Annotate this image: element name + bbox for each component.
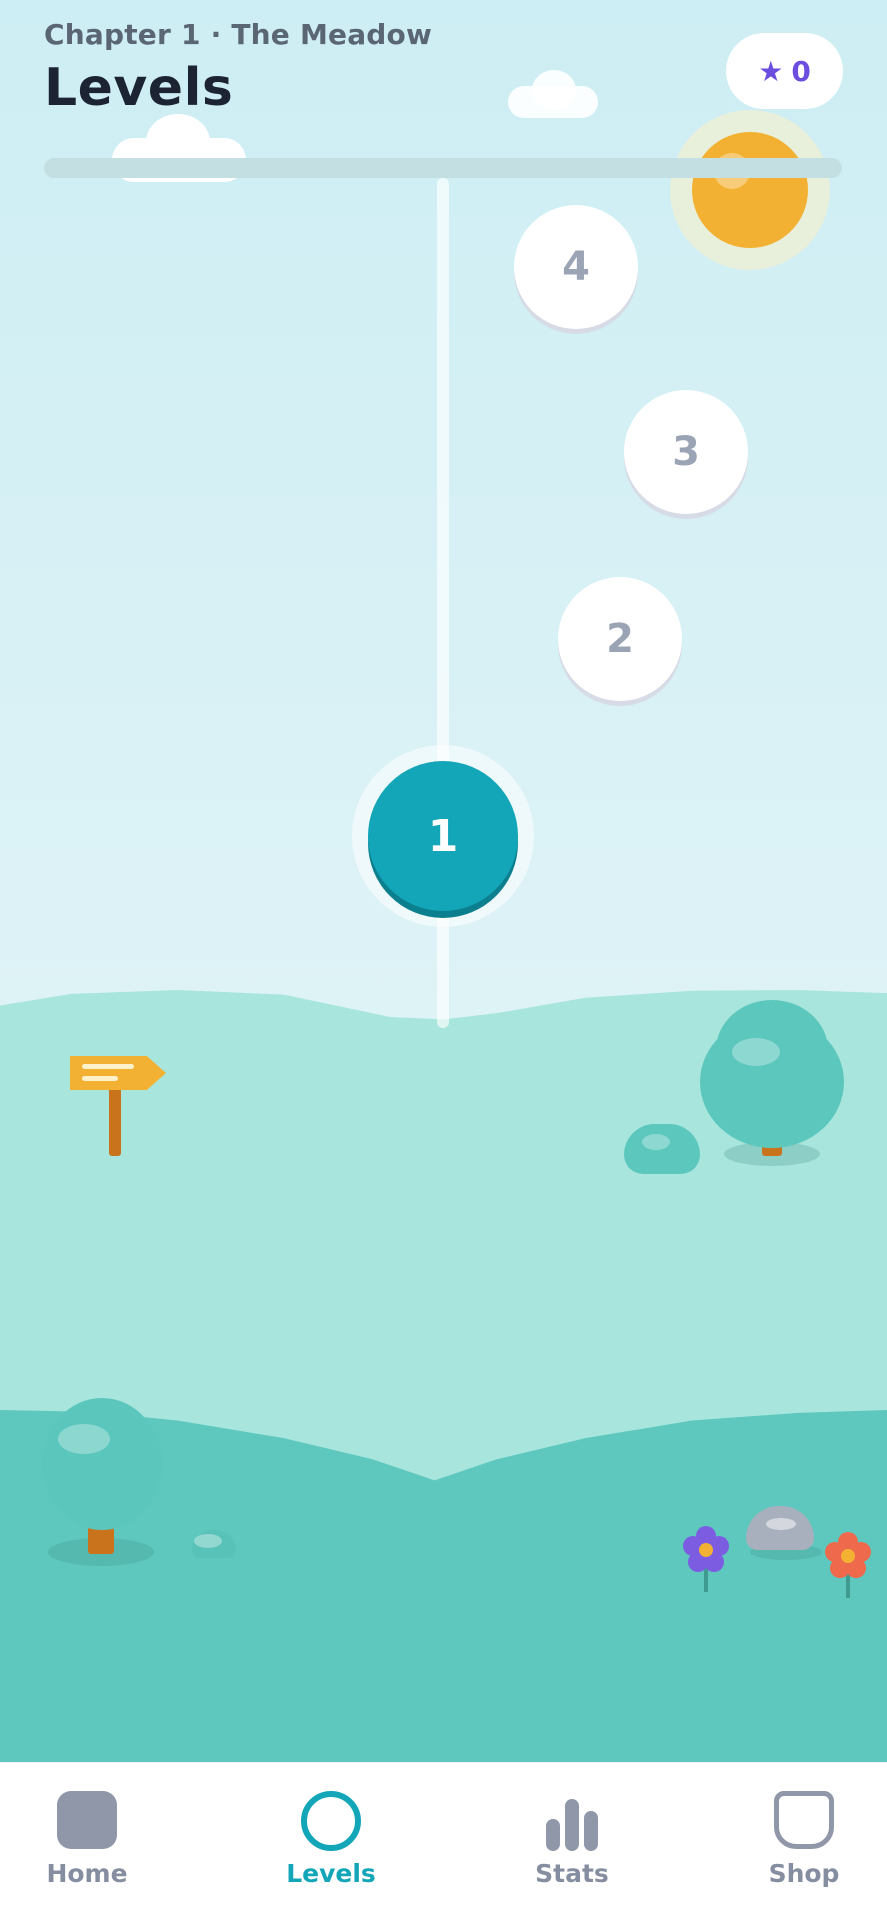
- home-icon: [57, 1791, 117, 1851]
- nav-label: Stats: [535, 1859, 609, 1888]
- star-icon: ★: [758, 54, 784, 88]
- nav-shop[interactable]: Shop: [714, 1763, 887, 1921]
- stars-counter[interactable]: ★ 0: [726, 33, 843, 109]
- chapter-progress-bar: [44, 158, 842, 178]
- level-node-4[interactable]: 4: [514, 205, 638, 329]
- level-number: 2: [606, 616, 634, 662]
- nav-label: Levels: [286, 1859, 376, 1888]
- level-number: 3: [672, 429, 700, 475]
- level-node-1[interactable]: 1: [368, 761, 518, 911]
- shop-icon: [774, 1791, 834, 1851]
- stats-icon: [542, 1791, 602, 1851]
- nav-label: Shop: [768, 1859, 840, 1888]
- nav-levels[interactable]: Levels: [241, 1763, 421, 1921]
- level-map: Chapter 1 · The Meadow Levels ★ 0 4 3 2 …: [0, 0, 887, 1762]
- levels-icon: [301, 1791, 361, 1851]
- level-number: 4: [562, 244, 590, 290]
- level-node-3[interactable]: 3: [624, 390, 748, 514]
- level-number: 1: [427, 810, 459, 862]
- stars-count: 0: [791, 54, 811, 88]
- nav-stats[interactable]: Stats: [482, 1763, 662, 1921]
- page-title: Levels: [44, 58, 234, 118]
- nav-label: Home: [46, 1859, 128, 1888]
- bottom-nav: Home Levels Stats Shop: [0, 1762, 887, 1921]
- sun-icon: [692, 132, 808, 248]
- level-node-2[interactable]: 2: [558, 577, 682, 701]
- nav-home[interactable]: Home: [0, 1763, 177, 1921]
- chapter-subtitle: Chapter 1 · The Meadow: [44, 18, 433, 51]
